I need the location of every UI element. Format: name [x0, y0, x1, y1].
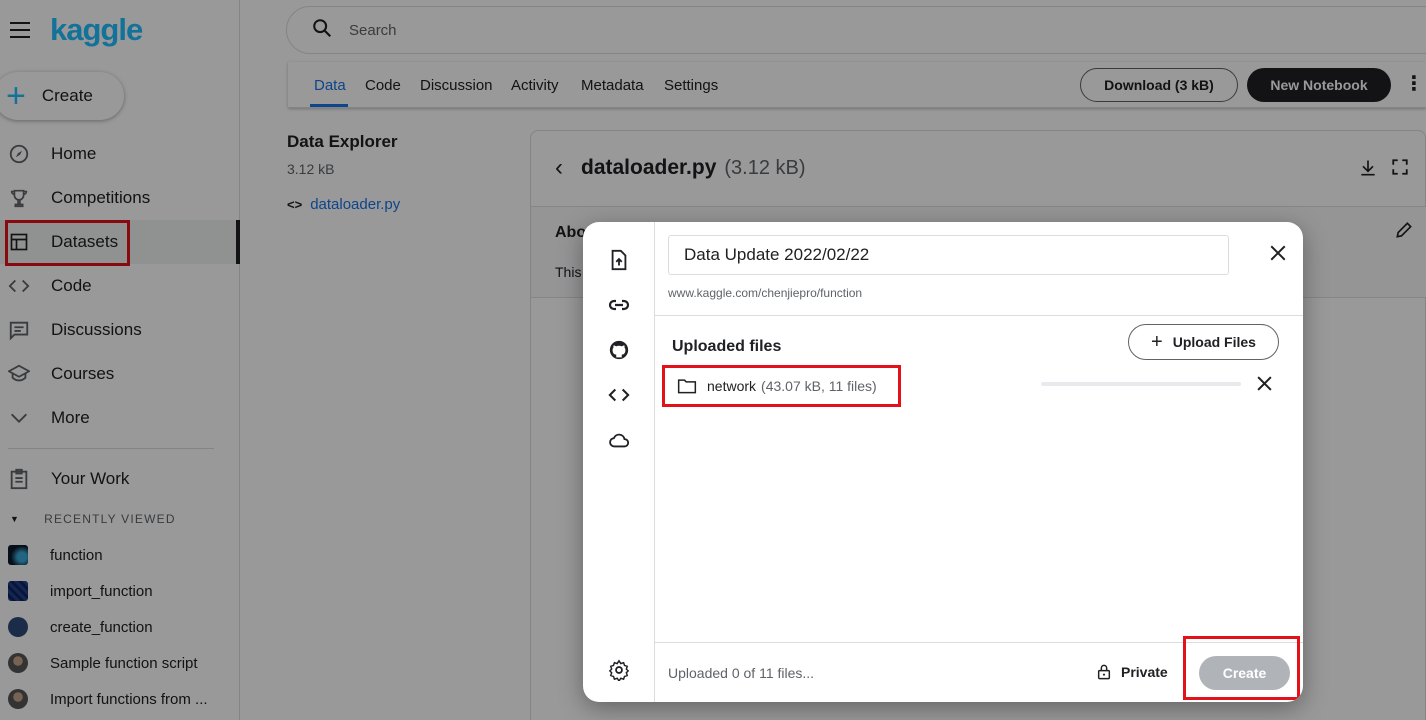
- upload-files-button[interactable]: + Upload Files: [1128, 324, 1279, 360]
- code-icon[interactable]: [607, 383, 631, 407]
- uploaded-files-heading: Uploaded files: [672, 338, 782, 355]
- plus-icon: +: [1151, 331, 1163, 353]
- close-icon[interactable]: [1269, 244, 1287, 267]
- file-name: network: [707, 378, 757, 394]
- dataset-url: www.kaggle.com/chenjiepro/function: [668, 286, 863, 300]
- upload-status: Uploaded 0 of 11 files...: [668, 665, 815, 681]
- version-title-input[interactable]: Data Update 2022/02/22: [668, 235, 1229, 275]
- privacy-toggle[interactable]: Private: [1097, 664, 1168, 680]
- file-meta: (43.07 kB, 11 files): [761, 378, 877, 394]
- link-icon[interactable]: [607, 293, 631, 317]
- modal-divider: [655, 315, 1303, 316]
- uploaded-file-row[interactable]: network (43.07 kB, 11 files): [662, 365, 901, 407]
- lock-icon: [1097, 664, 1111, 680]
- create-button[interactable]: Create: [1199, 656, 1290, 690]
- settings-gear-icon[interactable]: [607, 658, 631, 682]
- remove-file-icon[interactable]: [1256, 375, 1273, 397]
- folder-icon: [677, 377, 697, 395]
- upload-progress-bar: [1041, 382, 1241, 386]
- github-icon[interactable]: [607, 338, 631, 362]
- new-version-dialog: Data Update 2022/02/22 www.kaggle.com/ch…: [583, 222, 1303, 702]
- cloud-icon[interactable]: [607, 428, 631, 452]
- upload-source-rail: [583, 222, 655, 702]
- file-upload-icon[interactable]: [607, 248, 631, 272]
